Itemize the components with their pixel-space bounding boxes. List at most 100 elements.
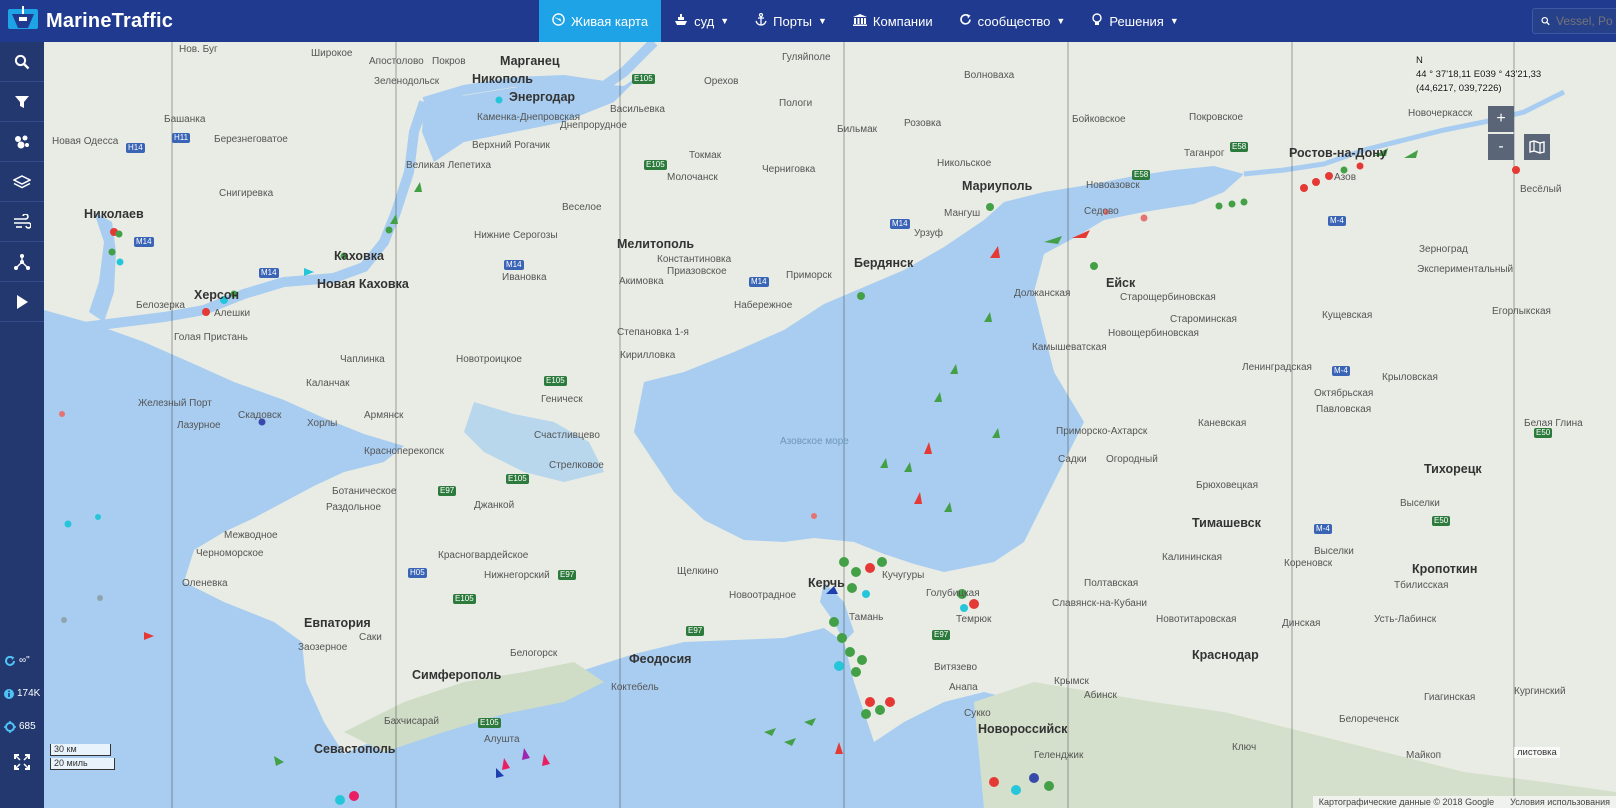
terms-link[interactable]: Условия использования (1510, 797, 1610, 807)
place-label: Бильмак (837, 124, 878, 135)
place-label: Межводное (224, 530, 278, 541)
place-label: Весёлый (1520, 184, 1562, 195)
place-label: Новая Одесса (52, 136, 119, 147)
marinetraffic-logo-icon (6, 4, 40, 39)
place-label: Константиновка (657, 254, 732, 265)
place-label: Стрелковое (549, 460, 604, 471)
place-label: Алешки (214, 308, 251, 319)
refresh-stat[interactable]: ∞" (0, 644, 44, 677)
place-label: Егорлыкская (1492, 306, 1551, 317)
place-label: Майкоп (1406, 750, 1442, 761)
targets-count-stat: 685 (0, 710, 44, 743)
place-label: Славянск-на-Кубани (1052, 598, 1147, 609)
network-button[interactable] (0, 242, 44, 282)
layers-button[interactable] (0, 162, 44, 202)
refresh-icon (5, 655, 15, 666)
road-badge: E105 (644, 160, 667, 170)
place-label: Никополь (472, 72, 533, 86)
place-label: Геленджик (1034, 750, 1084, 761)
place-label: Кучугуры (882, 570, 925, 581)
place-label: Полтавская (1084, 578, 1139, 589)
place-label: Днепрорудное (560, 120, 627, 131)
nav-item-label: суд (694, 13, 715, 29)
map-icon (1529, 140, 1545, 154)
road-badge: E97 (932, 630, 951, 640)
search-icon (14, 54, 30, 69)
zoom-out-button[interactable]: - (1488, 134, 1514, 160)
place-label: Евпатория (304, 616, 371, 630)
road-badge: E58 (1132, 170, 1151, 180)
place-label: Новороссийск (978, 722, 1068, 736)
search-icon (1541, 16, 1550, 26)
vessels-count-stat: 174K (0, 677, 44, 710)
road-badge: M14 (134, 237, 154, 247)
zoom-in-button[interactable]: + (1488, 106, 1514, 132)
coords-line-2: 44 ° 37'18,11 E039 ° 43'21,33 (1416, 69, 1542, 80)
weather-icon (14, 213, 31, 229)
road-badge: M14 (890, 219, 910, 229)
nav-item-label: Решения (1109, 13, 1164, 29)
density-button[interactable] (0, 122, 44, 162)
coords-line-1: N (1416, 55, 1423, 66)
place-label: Мангуш (944, 208, 981, 219)
place-label: Новоотрадное (729, 590, 797, 601)
weather-button[interactable] (0, 202, 44, 242)
place-label: Абинск (1084, 690, 1117, 701)
road-badge: E97 (686, 626, 705, 636)
place-label: Седово (1084, 206, 1119, 217)
place-label: Новочеркасск (1408, 108, 1473, 119)
place-label: Мелитополь (617, 237, 695, 251)
fullscreen-button[interactable] (0, 742, 44, 782)
place-label: Павловская (1316, 404, 1372, 415)
place-label: Оленевка (182, 578, 228, 589)
brand-logo[interactable]: MarineTraffic (6, 2, 173, 40)
search-tool-button[interactable] (0, 42, 44, 82)
place-label: Ленинградская (1242, 362, 1312, 373)
place-label: Севастополь (314, 742, 396, 756)
place-label: Белозерка (136, 300, 185, 311)
playback-button[interactable] (0, 282, 44, 322)
place-label: Никольское (937, 158, 992, 169)
place-label: Ивановка (502, 272, 547, 283)
nav-item-3[interactable]: Компании (840, 0, 946, 42)
place-label: Щелкино (677, 566, 719, 577)
nav-item-2[interactable]: Порты ▼ (742, 0, 840, 42)
road-badge: E105 (632, 74, 655, 84)
anchor-icon (755, 12, 767, 29)
map-data-credit: Картографические данные © 2018 Google (1318, 797, 1495, 807)
place-label: Черноморское (196, 548, 264, 559)
place-label: Джанкой (474, 500, 515, 511)
search-input[interactable] (1556, 14, 1616, 28)
zoom-controls: + - (1488, 106, 1514, 162)
road-badge: H05 (408, 568, 427, 578)
place-label: Нижнегорский (484, 570, 550, 581)
place-label: Энергодар (509, 90, 576, 104)
nav-item-1[interactable]: суд ▼ (661, 0, 742, 42)
live-map[interactable]: Широкое Апостолово Покров Марганец Гуляйполе… (44, 42, 1616, 808)
place-label: Верхний Рогачик (472, 140, 550, 151)
place-label: Красногвардейское (438, 550, 529, 561)
road-badge: E105 (478, 718, 501, 728)
place-label: Черниговка (762, 164, 816, 175)
nav-item-4[interactable]: сообщество ▼ (946, 0, 1079, 42)
place-label: Зеленодольск (374, 76, 440, 87)
place-label: Великая Лепетиха (406, 160, 492, 171)
nav-item-0[interactable]: Живая карта (539, 0, 662, 42)
place-label: Новотитаровская (1156, 614, 1237, 625)
scale-miles: 20 миль (50, 758, 115, 770)
place-label: Ботаническое (332, 486, 397, 497)
place-label: Гиагинская (1424, 692, 1476, 703)
place-label: Тимашевск (1192, 516, 1261, 530)
place-label: Должанская (1014, 288, 1071, 299)
place-label: Сукко (964, 708, 991, 719)
cursor-coordinates: N 44 ° 37'18,11 E039 ° 43'21,33 (44,6217… (1416, 54, 1541, 96)
search-box[interactable] (1532, 8, 1616, 34)
road-badge: E105 (544, 376, 567, 386)
map-type-button[interactable] (1524, 134, 1550, 160)
filter-button[interactable] (0, 82, 44, 122)
play-icon (17, 294, 28, 309)
sheet-link[interactable]: листовка (1514, 747, 1560, 758)
place-label: Васильевка (610, 104, 665, 115)
nav-item-5[interactable]: Решения ▼ (1078, 0, 1191, 42)
place-label: Мариуполь (962, 179, 1033, 193)
